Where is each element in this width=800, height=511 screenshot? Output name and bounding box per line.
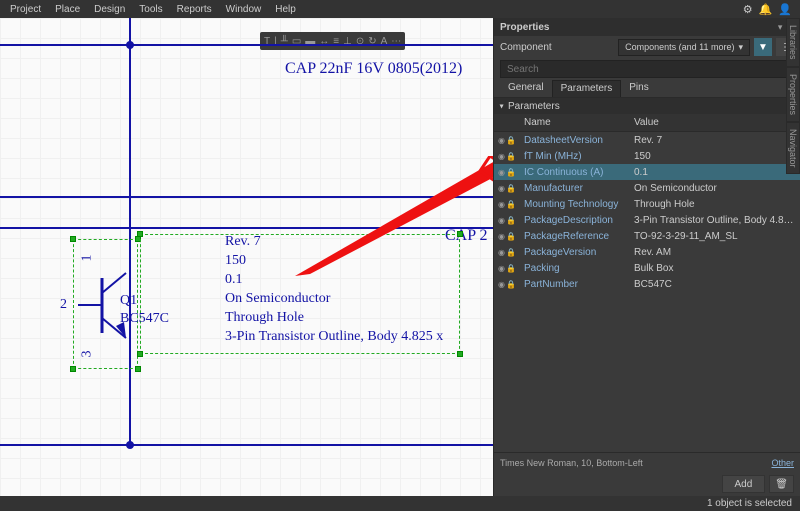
table-row[interactable]: ◉🔒PackingBulk Box: [494, 260, 800, 276]
menu-tools[interactable]: Tools: [133, 2, 168, 17]
menu-design[interactable]: Design: [88, 2, 131, 17]
menu-project[interactable]: Project: [4, 2, 47, 17]
side-tab-navigator[interactable]: Navigator: [786, 122, 800, 175]
table-header: Name Value: [494, 114, 800, 132]
lock-icon[interactable]: 🔒: [506, 216, 516, 225]
schematic-canvas[interactable]: T|╨▭▬↔≡⊥⊙↻A⋯ CAP 22nF 16V 0805(2012) CAP…: [0, 18, 493, 496]
schematic-param: Rev. 7: [225, 234, 261, 250]
delete-button[interactable]: 🗑: [769, 475, 794, 493]
table-row[interactable]: ◉🔒PackageReferenceTO-92-3-29-11_AM_SL: [494, 228, 800, 244]
schematic-param: Through Hole: [225, 310, 304, 326]
wire: [0, 227, 493, 229]
schematic-param: 0.1: [225, 272, 243, 288]
lock-icon[interactable]: 🔒: [506, 248, 516, 257]
comment: BC547C: [120, 311, 169, 327]
wire: [129, 18, 131, 448]
visibility-icon[interactable]: ◉: [498, 216, 505, 225]
wire: [0, 444, 493, 446]
visibility-icon[interactable]: ◉: [498, 200, 505, 209]
user-icon[interactable]: 👤: [778, 3, 792, 16]
lock-icon[interactable]: 🔒: [506, 168, 516, 177]
status-text: 1 object is selected: [707, 498, 792, 509]
menu-place[interactable]: Place: [49, 2, 86, 17]
add-button[interactable]: Add: [722, 475, 766, 493]
pin-3: 3: [80, 351, 96, 358]
font-summary[interactable]: Times New Roman, 10, Bottom-Left: [500, 458, 643, 468]
component-scope-dropdown[interactable]: Components (and 11 more)▾: [618, 39, 750, 56]
table-row[interactable]: ◉🔒IC Continuous (A)0.1: [494, 164, 800, 180]
visibility-icon[interactable]: ◉: [498, 264, 505, 273]
table-row[interactable]: ◉🔒fT Min (MHz)150: [494, 148, 800, 164]
font-other-link[interactable]: Other: [771, 458, 794, 468]
component-label: Component: [500, 42, 618, 53]
designator: Q1: [120, 293, 137, 309]
lock-icon[interactable]: 🔒: [506, 136, 516, 145]
side-tab-libraries[interactable]: Libraries: [786, 18, 800, 67]
table-row[interactable]: ◉🔒PackageVersionRev. AM: [494, 244, 800, 260]
search-input[interactable]: [500, 60, 794, 78]
panel-title: Properties: [500, 22, 549, 33]
schematic-param: 150: [225, 253, 246, 269]
visibility-icon[interactable]: ◉: [498, 136, 505, 145]
menu-reports[interactable]: Reports: [171, 2, 218, 17]
menu-window[interactable]: Window: [220, 2, 268, 17]
schematic-param: 3-Pin Transistor Outline, Body 4.825 x: [225, 329, 443, 345]
menu-bar: ProjectPlaceDesignToolsReportsWindowHelp…: [0, 0, 800, 18]
cap-label-1: CAP 22nF 16V 0805(2012): [285, 60, 462, 78]
schematic-param: On Semiconductor: [225, 291, 330, 307]
table-row[interactable]: ◉🔒DatasheetVersionRev. 7: [494, 132, 800, 148]
lock-icon[interactable]: 🔒: [506, 280, 516, 289]
properties-panel: Properties ▾ ✕ Component Components (and…: [493, 18, 800, 496]
wire: [0, 44, 493, 46]
table-row[interactable]: ◉🔒PartNumberBC547C: [494, 276, 800, 292]
panel-pin-icon[interactable]: ▾: [778, 22, 783, 33]
side-tab-properties[interactable]: Properties: [786, 67, 800, 122]
visibility-icon[interactable]: ◉: [498, 184, 505, 193]
lock-icon[interactable]: 🔒: [506, 184, 516, 193]
menu-help[interactable]: Help: [269, 2, 302, 17]
pin-2: 2: [60, 297, 67, 313]
tab-parameters[interactable]: Parameters: [552, 80, 622, 97]
visibility-icon[interactable]: ◉: [498, 232, 505, 241]
status-bar: 1 object is selected: [0, 496, 800, 511]
lock-icon[interactable]: 🔒: [506, 200, 516, 209]
tab-general[interactable]: General: [500, 80, 552, 97]
filter-button[interactable]: ▼: [754, 38, 772, 56]
lock-icon[interactable]: 🔒: [506, 264, 516, 273]
table-row[interactable]: ◉🔒ManufacturerOn Semiconductor: [494, 180, 800, 196]
visibility-icon[interactable]: ◉: [498, 280, 505, 289]
lock-icon[interactable]: 🔒: [506, 232, 516, 241]
canvas-toolbar[interactable]: T|╨▭▬↔≡⊥⊙↻A⋯: [260, 32, 405, 50]
table-row[interactable]: ◉🔒PackageDescription3-Pin Transistor Out…: [494, 212, 800, 228]
visibility-icon[interactable]: ◉: [498, 168, 505, 177]
lock-icon[interactable]: 🔒: [506, 152, 516, 161]
gear-icon[interactable]: ⚙: [743, 3, 753, 16]
visibility-icon[interactable]: ◉: [498, 248, 505, 257]
tab-pins[interactable]: Pins: [621, 80, 656, 97]
section-parameters[interactable]: Parameters: [494, 98, 800, 114]
junction: [126, 41, 134, 49]
junction: [126, 441, 134, 449]
pin-1: 1: [80, 255, 96, 262]
wire: [0, 196, 493, 198]
visibility-icon[interactable]: ◉: [498, 152, 505, 161]
table-row[interactable]: ◉🔒Mounting TechnologyThrough Hole: [494, 196, 800, 212]
bell-icon[interactable]: 🔔: [759, 3, 773, 16]
